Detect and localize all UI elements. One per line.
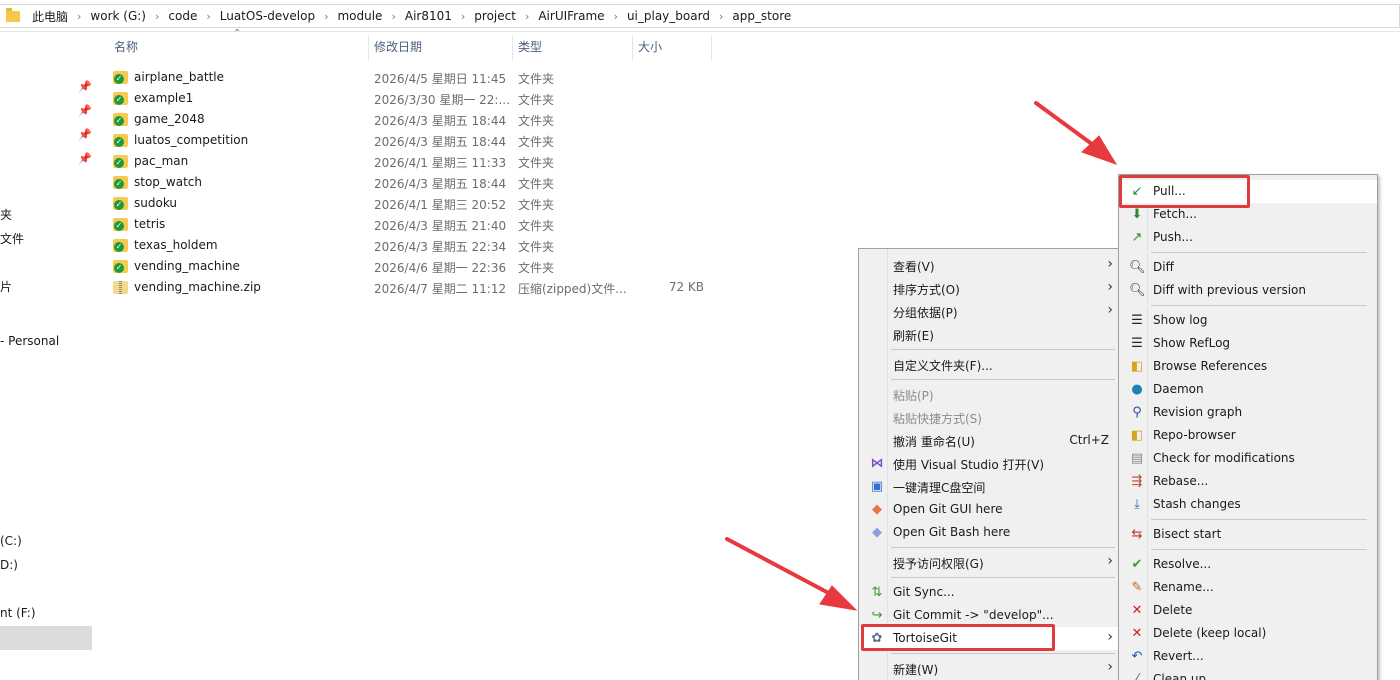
annotation-arrows: [725, 101, 1118, 611]
annotation-arrow-shaft: [725, 537, 840, 600]
annotation-arrow-shaft: [1034, 101, 1102, 152]
